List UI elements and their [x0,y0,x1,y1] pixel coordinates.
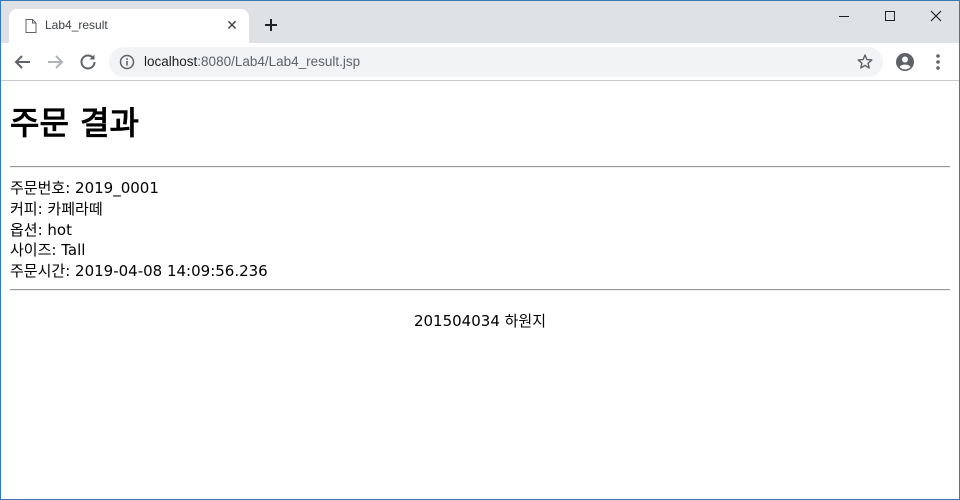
url-path: :8080/Lab4/Lab4_result.jsp [197,54,361,69]
profile-icon[interactable] [894,51,916,73]
star-icon[interactable] [856,53,874,71]
document-icon [25,19,37,33]
url-host: localhost [144,54,198,69]
maximize-icon[interactable] [867,1,913,31]
close-tab-icon[interactable]: ✕ [223,17,241,35]
order-coffee: 커피: 카페라떼 [10,199,103,218]
url-text[interactable]: localhost:8080/Lab4/Lab4_result.jsp [144,54,360,69]
order-size: 사이즈: Tall [10,241,86,260]
plus-icon[interactable] [259,13,283,37]
reload-icon[interactable] [75,49,101,75]
back-arrow-icon[interactable] [10,49,36,75]
order-details: 주문번호: 2019_0001 커피: 카페라떼 옵션: hot 사이즈: Ta… [10,178,268,282]
minimize-icon[interactable] [821,1,867,31]
tab-lab4-result[interactable]: Lab4_result ✕ [9,9,249,43]
address-bar[interactable]: localhost:8080/Lab4/Lab4_result.jsp [109,47,883,77]
divider-top [10,166,950,168]
order-option: 옵션: hot [10,220,72,239]
order-number: 주문번호: 2019_0001 [10,179,159,197]
page-content: 주문 결과 주문번호: 2019_0001 커피: 카페라떼 옵션: hot 사… [1,81,959,499]
browser-toolbar: localhost:8080/Lab4/Lab4_result.jsp [1,43,959,81]
forward-arrow-icon[interactable] [42,49,68,75]
info-icon[interactable] [119,54,135,70]
tab-title: Lab4_result [45,18,108,32]
order-time: 주문시간: 2019-04-08 14:09:56.236 [10,262,268,281]
tab-strip: Lab4_result ✕ [1,1,959,43]
page-title: 주문 결과 [10,104,139,142]
close-icon[interactable] [913,1,959,31]
divider-bottom [10,289,950,291]
browser-window: Lab4_result ✕ localhost:8080/Lab4/Lab4_r… [0,0,960,500]
menu-dots-icon[interactable] [927,51,949,73]
student-info: 201504034 하원지 [413,312,547,330]
